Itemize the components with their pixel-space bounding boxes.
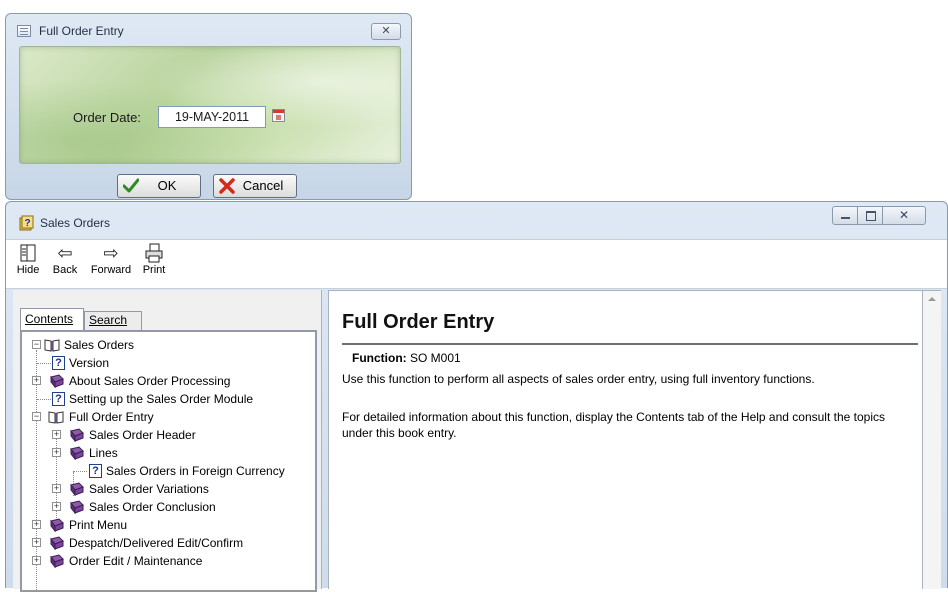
- cancel-label: Cancel: [242, 178, 284, 193]
- help-toolbar: Hide ⇦ Back ⇨ Forward Print: [6, 239, 947, 289]
- tree-item-label: Despatch/Delivered Edit/Confirm: [69, 536, 244, 550]
- full-order-entry-dialog: Full Order Entry ✕ Order Date: 19-MAY-20…: [5, 13, 412, 200]
- tree-line: [37, 363, 51, 364]
- navigation-pane: Contents Search − Sales Orders ? Version…: [13, 290, 322, 592]
- tree-item-label: Version: [69, 356, 110, 370]
- tree-frame: − Sales Orders ? Version + About Sales O…: [21, 331, 316, 591]
- help-close-button[interactable]: ✕: [882, 206, 926, 225]
- closed-book-icon: [70, 446, 84, 460]
- order-date-field[interactable]: 19-MAY-2011: [158, 106, 266, 128]
- function-code: Function: SO M001: [352, 351, 461, 365]
- closed-book-icon: [50, 536, 64, 550]
- back-label: Back: [52, 264, 78, 276]
- svg-text:?: ?: [24, 218, 30, 229]
- maximize-button[interactable]: [857, 206, 883, 225]
- order-date-label: Order Date:: [73, 110, 141, 125]
- expand-icon[interactable]: +: [52, 430, 61, 439]
- expand-icon[interactable]: +: [32, 376, 41, 385]
- ok-button[interactable]: OK: [117, 174, 201, 198]
- forward-arrow-icon: ⇨: [103, 243, 119, 263]
- closed-book-icon: [50, 518, 64, 532]
- sales-orders-help-window: ? Sales Orders ✕ Hide ⇦ Back ⇨ Forward P…: [5, 201, 948, 592]
- tree-item-label: Sales Order Variations: [89, 482, 209, 496]
- tree-item-label: Lines: [89, 446, 118, 460]
- tree-item-label: About Sales Order Processing: [69, 374, 231, 388]
- help-topic-icon: ?: [52, 392, 65, 406]
- topic-heading: Full Order Entry: [342, 311, 495, 333]
- topic-content-pane: Full Order Entry Function: SO M001 Use t…: [328, 290, 923, 589]
- closed-book-icon: [70, 500, 84, 514]
- form-icon: [17, 25, 31, 37]
- expand-icon[interactable]: +: [32, 538, 41, 547]
- tab-search[interactable]: Search: [84, 311, 142, 330]
- open-book-icon: [44, 339, 60, 352]
- open-book-icon: [48, 411, 64, 424]
- dialog-close-button[interactable]: ✕: [371, 23, 401, 40]
- expand-icon[interactable]: +: [32, 520, 41, 529]
- printer-icon: [145, 243, 163, 263]
- print-label: Print: [142, 264, 166, 276]
- heading-divider: [342, 343, 918, 345]
- ok-label: OK: [157, 178, 177, 193]
- help-book-icon: ?: [19, 215, 34, 231]
- closed-book-icon: [70, 428, 84, 442]
- print-button[interactable]: Print: [139, 242, 169, 276]
- cancel-button[interactable]: Cancel: [213, 174, 297, 198]
- expand-icon[interactable]: +: [32, 556, 41, 565]
- function-label: Function:: [352, 351, 407, 365]
- tree-item-label: Sales Orders: [64, 338, 135, 352]
- tree-line: [73, 471, 87, 472]
- tree-item-label: Setting up the Sales Order Module: [69, 392, 254, 406]
- help-topic-icon: ?: [89, 464, 102, 478]
- collapse-icon[interactable]: −: [32, 412, 41, 421]
- tree-line: [37, 399, 51, 400]
- function-value: SO M001: [410, 351, 461, 365]
- hide-label: Hide: [16, 264, 40, 276]
- minimize-button[interactable]: [832, 206, 858, 225]
- content-scrollbar[interactable]: [923, 290, 941, 589]
- tree-item-label: Print Menu: [69, 518, 128, 532]
- tree-item-label: Sales Orders in Foreign Currency: [106, 464, 285, 478]
- help-topic-icon: ?: [52, 356, 65, 370]
- topic-paragraph: For detailed information about this func…: [342, 410, 885, 440]
- tree-item-label: Sales Order Header: [89, 428, 196, 442]
- topic-paragraph: Use this function to perform all aspects…: [342, 372, 815, 386]
- dialog-title: Full Order Entry: [39, 24, 124, 38]
- tree-item-label: Full Order Entry: [69, 410, 154, 424]
- forward-button[interactable]: ⇨ Forward: [86, 242, 136, 276]
- tab-contents[interactable]: Contents: [20, 308, 84, 330]
- contents-tree: − Sales Orders ? Version + About Sales O…: [20, 330, 317, 592]
- back-button[interactable]: ⇦ Back: [50, 242, 80, 276]
- hide-button[interactable]: Hide: [15, 242, 41, 276]
- expand-icon[interactable]: +: [52, 484, 61, 493]
- calendar-icon[interactable]: [272, 109, 285, 122]
- expand-icon[interactable]: +: [52, 502, 61, 511]
- forward-label: Forward: [90, 264, 132, 276]
- closed-book-icon: [50, 554, 64, 568]
- expand-icon[interactable]: +: [52, 448, 61, 457]
- collapse-icon[interactable]: −: [32, 340, 41, 349]
- help-window-title: Sales Orders: [40, 216, 111, 230]
- tree-item-label: Order Edit / Maintenance: [69, 554, 203, 568]
- dialog-titlebar[interactable]: Full Order Entry ✕: [6, 14, 411, 46]
- hide-pane-icon: [20, 244, 36, 262]
- closed-book-icon: [70, 482, 84, 496]
- back-arrow-icon: ⇦: [57, 243, 73, 263]
- closed-book-icon: [50, 374, 64, 388]
- dialog-panel: [19, 46, 401, 164]
- tree-item-label: Sales Order Conclusion: [89, 500, 216, 514]
